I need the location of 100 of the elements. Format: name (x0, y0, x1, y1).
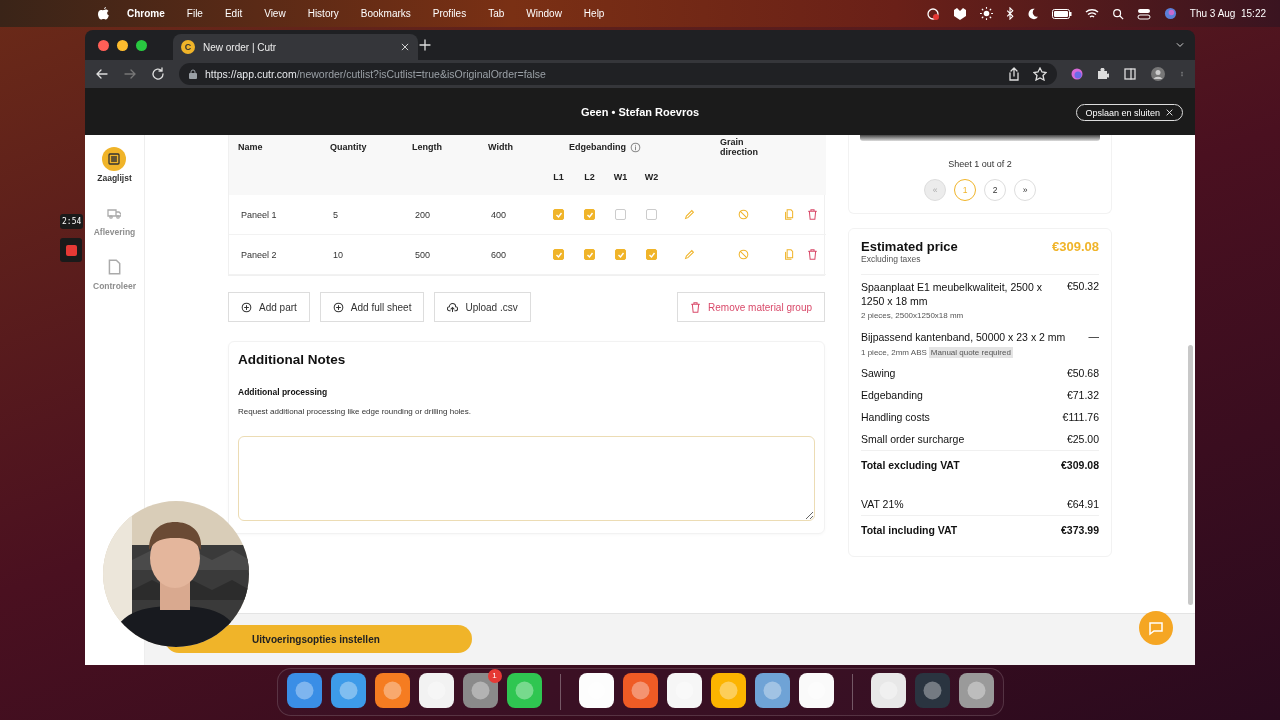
action-button[interactable]: Add part (228, 292, 310, 322)
app-icon[interactable] (285, 671, 323, 709)
star-icon[interactable] (1033, 67, 1047, 81)
column-header: W1 (612, 170, 629, 184)
forward-icon[interactable] (123, 67, 137, 81)
app-icon[interactable] (797, 671, 835, 709)
column-header: Width (487, 140, 514, 154)
app-icon[interactable] (329, 671, 367, 709)
browser-tab[interactable]: C New order | Cutr (173, 34, 418, 60)
edge-checkbox[interactable] (615, 209, 626, 220)
edge-checkbox[interactable] (646, 209, 657, 220)
field-label: Additional processing (238, 387, 329, 397)
app-icon[interactable] (869, 671, 907, 709)
menu-clock[interactable]: Thu 3 Aug 15:22 (1189, 8, 1266, 19)
plus-circle-icon (332, 301, 344, 313)
table-cell: 600 (479, 235, 543, 275)
menu-item[interactable]: Window (526, 8, 562, 19)
trash-icon (690, 301, 702, 313)
plus-icon[interactable] (418, 38, 432, 52)
battery-icon[interactable] (1051, 8, 1072, 19)
price-amount: €373.99 (1061, 523, 1099, 536)
trash-icon[interactable] (807, 209, 818, 220)
siri-icon[interactable] (1163, 7, 1177, 20)
app-icon[interactable] (373, 671, 411, 709)
price-amount: €111.76 (1062, 410, 1099, 423)
action-button[interactable]: Add full sheet (319, 292, 425, 322)
moon-icon[interactable] (1026, 7, 1039, 20)
field-hint: Request additional processing like edge rounding or drilling holes. (238, 407, 473, 416)
share-icon[interactable] (1007, 67, 1021, 81)
edge-checkbox[interactable] (553, 209, 564, 220)
sidebar-item[interactable]: Zaaglijst (97, 147, 132, 183)
remove-group-button[interactable]: Remove material group (677, 292, 825, 322)
price-amount: €71.32 (1066, 388, 1099, 401)
edge-checkbox[interactable] (584, 249, 595, 260)
sidebar-icon[interactable] (1123, 67, 1137, 81)
menu-item[interactable]: Bookmarks (360, 8, 411, 19)
price-line-label: Sawing (861, 366, 896, 379)
zoom-window-icon[interactable] (136, 39, 147, 51)
quote-tag: Manual quote required (928, 346, 1013, 358)
chevron-down-icon[interactable] (1175, 40, 1185, 50)
notes-field[interactable] (238, 436, 815, 521)
column-header: Quantity (329, 140, 368, 154)
edge-checkbox[interactable] (584, 209, 595, 220)
close-window-icon[interactable] (98, 39, 109, 51)
app-icon[interactable] (577, 671, 615, 709)
trash-icon[interactable] (807, 249, 818, 260)
page-button[interactable]: 2 (984, 179, 1006, 201)
page-button[interactable]: » (1014, 179, 1036, 201)
wifi-icon[interactable] (1084, 8, 1099, 19)
price-line-detail: 1 piece, 2mm ABS (861, 347, 927, 357)
close-icon[interactable] (400, 42, 410, 52)
edge-checkbox[interactable] (615, 249, 626, 260)
recording-timer: 2:54 (60, 214, 84, 229)
app-icon[interactable] (709, 671, 747, 709)
reload-icon[interactable] (151, 67, 165, 81)
menu-item[interactable]: Help (583, 8, 605, 19)
app-icon[interactable] (417, 671, 455, 709)
menu-item[interactable]: Profiles (432, 8, 467, 19)
price-amount: €25.00 (1066, 432, 1099, 445)
menu-item[interactable]: Edit (224, 8, 243, 19)
cloud-upload-icon (447, 301, 459, 313)
price-line-label: VAT 21% (861, 497, 904, 510)
minimize-window-icon[interactable] (117, 39, 128, 51)
action-button[interactable]: Upload .csv (434, 292, 531, 322)
favicon: C (181, 40, 195, 54)
notes-title: Additional Notes (238, 352, 347, 367)
back-icon[interactable] (95, 67, 109, 81)
status-icon[interactable] (925, 6, 940, 21)
edge-checkbox[interactable] (553, 249, 564, 260)
edge-checkbox[interactable] (646, 249, 657, 260)
bluetooth-icon[interactable] (1005, 7, 1014, 20)
menu-item[interactable]: History (307, 8, 339, 19)
table-cell: 200 (403, 195, 479, 235)
app-icon[interactable] (505, 671, 543, 709)
menu-item[interactable]: Tab (488, 8, 505, 19)
address-bar[interactable]: https://app.cutr.com/neworder/cutlist?isCutlist=true&isOriginalOrder=false (179, 63, 1057, 85)
price-line-label: Bijpassend kantenband, 50000 x 23 x 2 mm (861, 330, 1066, 345)
app-icon[interactable] (957, 671, 995, 709)
column-header: L2 (583, 170, 596, 184)
apple-icon[interactable] (98, 7, 109, 20)
list-icon[interactable] (107, 152, 122, 166)
menu-item[interactable]: View (264, 8, 286, 19)
sun-icon[interactable] (979, 7, 993, 20)
menu-app-name[interactable]: Chrome (127, 8, 165, 19)
price-line-label: Handling costs (861, 410, 930, 423)
scrollbar[interactable] (1188, 345, 1193, 605)
app-icon[interactable] (665, 671, 703, 709)
app-icon[interactable] (461, 671, 499, 709)
control-center-icon[interactable] (1136, 7, 1151, 20)
extension-logo-icon[interactable] (1071, 68, 1083, 80)
table-cell: 5 (321, 195, 403, 235)
app-icon[interactable] (753, 671, 791, 709)
table-cell: 10 (321, 235, 403, 275)
stop-recording-button[interactable] (60, 238, 82, 262)
profile-avatar-icon[interactable] (1151, 67, 1165, 81)
app-icon[interactable] (621, 671, 659, 709)
search-icon[interactable] (1111, 7, 1124, 20)
price-amount: — (1088, 330, 1099, 345)
price-line-label: Small order surcharge (861, 432, 965, 445)
menu-item[interactable]: File (186, 8, 203, 19)
